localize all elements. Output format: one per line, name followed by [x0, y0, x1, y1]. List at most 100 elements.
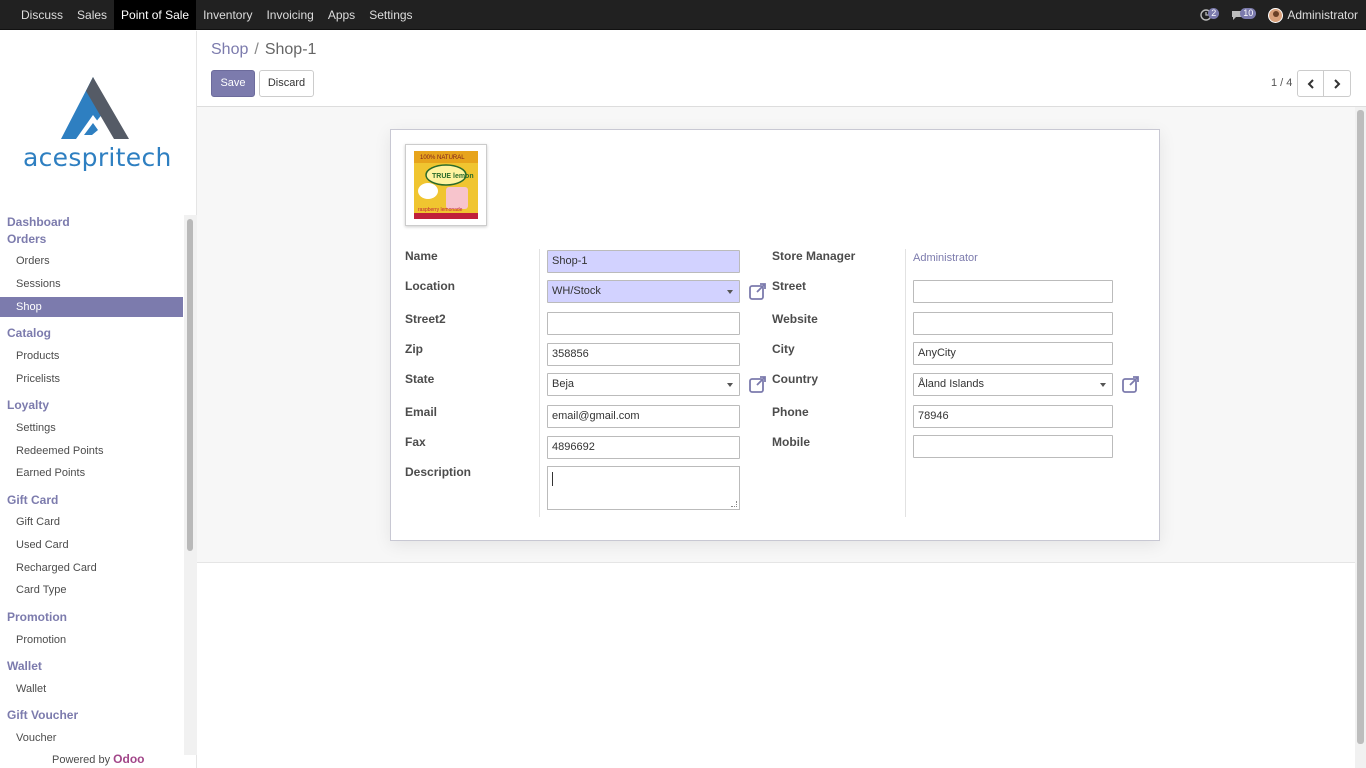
description-textarea[interactable] [547, 466, 740, 510]
sidebar-item-voucher[interactable]: Voucher [0, 728, 183, 748]
sidebar-item-recharged-card[interactable]: Recharged Card [0, 558, 183, 578]
sidebar-item-promotion[interactable]: Promotion [0, 630, 183, 650]
sidebar-item-used-card[interactable]: Used Card [0, 535, 183, 555]
menu-invoicing[interactable]: Invoicing [259, 0, 320, 30]
box-flavor-text: raspberry lemonade [418, 207, 463, 213]
location-select[interactable]: WH/Stock [547, 280, 740, 303]
mobile-input[interactable] [913, 435, 1113, 458]
breadcrumb-separator: / [254, 41, 259, 58]
sidebar-scrollbar-thumb[interactable] [187, 219, 193, 551]
sidebar-item-products[interactable]: Products [0, 346, 183, 366]
country-select[interactable]: Åland Islands [913, 373, 1113, 396]
sidebar-scrollbar[interactable] [184, 215, 197, 755]
sidebar-item-sessions[interactable]: Sessions [0, 274, 183, 294]
menu-inventory[interactable]: Inventory [196, 0, 259, 30]
phone-label: Phone [772, 405, 809, 419]
sidebar-section-gift-voucher[interactable]: Gift Voucher [0, 708, 78, 722]
powered-by-label: Powered by [52, 754, 111, 766]
systray: 2 10 Administrator [1200, 0, 1358, 30]
left-group-divider [539, 249, 540, 517]
country-external-link-icon[interactable] [1122, 375, 1140, 393]
discard-button[interactable]: Discard [259, 70, 314, 97]
city-input[interactable]: AnyCity [913, 342, 1113, 365]
website-label: Website [772, 312, 818, 326]
caret-down-icon [727, 383, 733, 387]
form-sheet: 100% NATURAL TRUE lemon raspberry lemona… [390, 129, 1160, 541]
save-button[interactable]: Save [211, 70, 255, 97]
messages-button[interactable]: 10 [1231, 7, 1257, 21]
menu-apps[interactable]: Apps [321, 0, 362, 30]
resize-grip-icon[interactable] [731, 501, 737, 507]
odoo-link[interactable]: Odoo [113, 752, 144, 766]
caret-down-icon [727, 290, 733, 294]
zip-input[interactable]: 358856 [547, 343, 740, 366]
right-group-divider [905, 249, 906, 517]
sidebar-item-redeemed-points[interactable]: Redeemed Points [0, 441, 183, 461]
sidebar-item-gift-card[interactable]: Gift Card [0, 512, 183, 532]
pager-next-button[interactable] [1324, 70, 1351, 97]
sidebar-item-wallet[interactable]: Wallet [0, 679, 183, 699]
sidebar-item-earned-points[interactable]: Earned Points [0, 463, 183, 483]
location-external-link-icon[interactable] [749, 282, 767, 300]
logo-text: acespritech [23, 143, 172, 172]
sidebar-item-pricelists[interactable]: Pricelists [0, 369, 183, 389]
activity-count-badge: 2 [1208, 7, 1220, 19]
breadcrumb: Shop / Shop-1 [211, 41, 316, 59]
sidebar-item-orders[interactable]: Orders [0, 251, 183, 271]
fax-input[interactable]: 4896692 [547, 436, 740, 459]
sidebar-item-card-type[interactable]: Card Type [0, 580, 183, 600]
state-external-link-icon[interactable] [749, 375, 767, 393]
store-manager-label: Store Manager [772, 249, 856, 263]
caret-down-icon [1100, 383, 1106, 387]
menu-discuss[interactable]: Discuss [14, 0, 70, 30]
menu-settings[interactable]: Settings [362, 0, 419, 30]
name-label: Name [405, 249, 438, 263]
sidebar-section-catalog[interactable]: Catalog [0, 326, 51, 340]
description-label: Description [405, 465, 472, 479]
sidebar-section-promotion[interactable]: Promotion [0, 610, 67, 624]
activity-button[interactable]: 2 [1200, 7, 1220, 21]
user-name[interactable]: Administrator [1287, 8, 1358, 22]
sidebar-section-orders[interactable]: Orders [0, 232, 46, 246]
country-value: Åland Islands [918, 378, 985, 390]
pager-value[interactable]: 1 / 4 [1271, 77, 1292, 89]
city-label: City [772, 342, 795, 356]
breadcrumb-shop-link[interactable]: Shop [211, 41, 248, 58]
sidebar-section-wallet[interactable]: Wallet [0, 659, 42, 673]
mobile-label: Mobile [772, 435, 810, 449]
email-label: Email [405, 405, 438, 419]
store-manager-link[interactable]: Administrator [913, 252, 978, 264]
state-select[interactable]: Beja [547, 373, 740, 396]
email-input[interactable]: email@gmail.com [547, 405, 740, 428]
street-input[interactable] [913, 280, 1113, 303]
sidebar-item-loyalty-settings[interactable]: Settings [0, 418, 183, 438]
sidebar-section-loyalty[interactable]: Loyalty [0, 398, 49, 412]
breadcrumb-current: Shop-1 [264, 41, 317, 58]
location-label: Location [405, 279, 455, 293]
street2-input[interactable] [547, 312, 740, 335]
fax-label: Fax [405, 435, 426, 449]
chevron-left-icon [1307, 78, 1314, 89]
sidebar-section-dashboard[interactable]: Dashboard [0, 215, 70, 229]
street2-label: Street2 [405, 312, 446, 326]
phone-input[interactable]: 78946 [913, 405, 1113, 428]
sidebar-section-gift-card[interactable]: Gift Card [0, 493, 58, 507]
chevron-right-icon [1334, 78, 1341, 89]
content-scrollbar[interactable] [1355, 107, 1366, 768]
menu-point-of-sale[interactable]: Point of Sale [114, 0, 197, 30]
website-input[interactable] [913, 312, 1113, 335]
name-input[interactable]: Shop-1 [547, 250, 740, 273]
sidebar-item-shop[interactable]: Shop [0, 297, 183, 317]
box-brand-text: TRUE lemon [432, 173, 474, 180]
street-label: Street [772, 279, 807, 293]
form-view: 100% NATURAL TRUE lemon raspberry lemona… [197, 106, 1366, 768]
user-avatar[interactable] [1268, 7, 1284, 23]
menu-sales[interactable]: Sales [70, 0, 114, 30]
content-scrollbar-thumb[interactable] [1357, 110, 1364, 744]
sidebar: acespritech Dashboard Orders Orders Sess… [0, 31, 197, 768]
state-label: State [405, 372, 435, 386]
pager-previous-button[interactable] [1297, 70, 1324, 97]
product-box-image: 100% NATURAL TRUE lemon raspberry lemona… [414, 151, 478, 219]
shop-image[interactable]: 100% NATURAL TRUE lemon raspberry lemona… [405, 144, 487, 226]
zip-label: Zip [405, 342, 423, 356]
